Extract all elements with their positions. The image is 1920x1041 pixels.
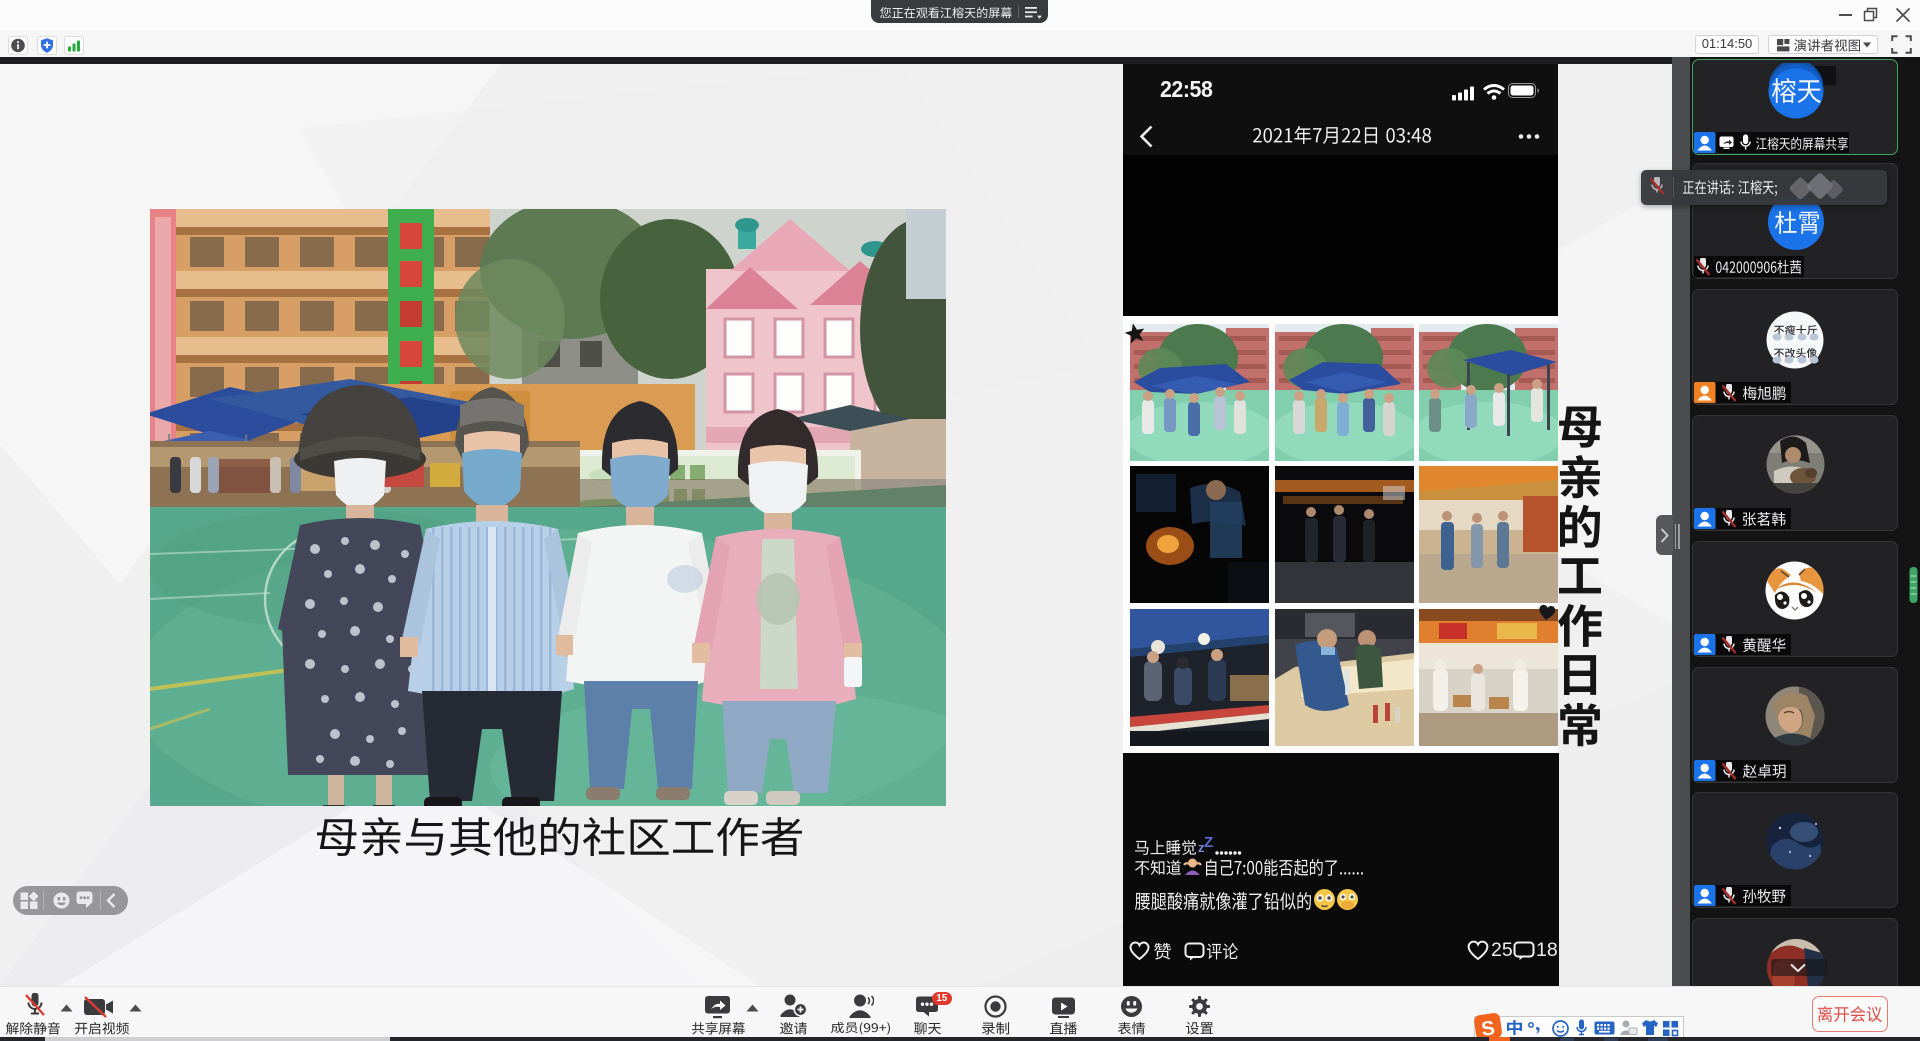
svg-text:Z: Z [1204, 834, 1213, 851]
